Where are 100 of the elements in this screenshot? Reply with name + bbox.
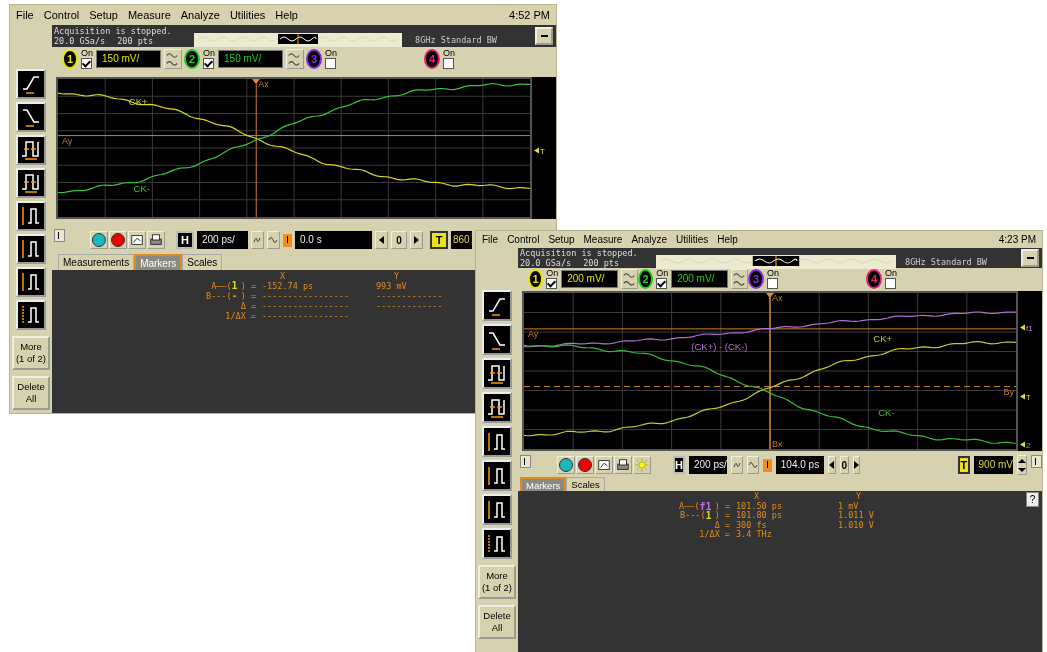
more-button[interactable]: More (1 of 2) bbox=[478, 565, 516, 599]
channel-badge[interactable]: 1 bbox=[528, 269, 544, 289]
cursor-line[interactable] bbox=[524, 328, 1016, 330]
menu-item[interactable]: Analyze bbox=[180, 9, 220, 21]
timebase-field[interactable]: 200 ps/ bbox=[688, 456, 727, 474]
timebase-field[interactable]: 200 ps/ bbox=[197, 231, 248, 249]
screen-image-button[interactable] bbox=[595, 456, 613, 474]
cursor-line[interactable] bbox=[524, 386, 1016, 388]
menu-item[interactable]: Setup bbox=[548, 234, 575, 245]
measurement-tool-button[interactable] bbox=[482, 460, 512, 491]
menu-item[interactable]: Help bbox=[275, 9, 298, 21]
waveform-overview[interactable] bbox=[656, 255, 896, 269]
cursor-line[interactable] bbox=[58, 135, 530, 137]
next-button[interactable] bbox=[410, 231, 423, 249]
stop-button[interactable] bbox=[576, 456, 594, 474]
horizontal-button[interactable]: H bbox=[673, 456, 685, 474]
trigger-button[interactable]: T bbox=[430, 231, 448, 249]
menu-item[interactable]: Measure bbox=[127, 9, 171, 21]
tab[interactable]: Measurements bbox=[58, 254, 135, 270]
channel-badge[interactable]: 3 bbox=[748, 269, 764, 289]
delete-all-button[interactable]: Delete All bbox=[12, 375, 50, 410]
tab[interactable]: Scales bbox=[566, 477, 605, 491]
spinner-control[interactable] bbox=[1017, 455, 1027, 475]
adjust-button[interactable] bbox=[286, 49, 304, 69]
reference-button[interactable]: 0 bbox=[839, 456, 849, 474]
measurement-tool-button[interactable] bbox=[482, 494, 512, 525]
trigger-button[interactable]: T bbox=[958, 456, 970, 474]
adjust-button[interactable] bbox=[164, 49, 182, 69]
scale-field[interactable]: 150 mV/ bbox=[96, 50, 161, 68]
reference-button[interactable]: 0 bbox=[391, 231, 407, 249]
channel-checkbox[interactable] bbox=[203, 58, 214, 69]
menu-item[interactable]: File bbox=[16, 9, 34, 21]
marker-name: B---( bbox=[206, 291, 232, 301]
help-button[interactable]: ? bbox=[1026, 492, 1039, 507]
zoom-button[interactable] bbox=[730, 456, 743, 474]
zoom-button[interactable] bbox=[251, 231, 264, 249]
trigger-level-field[interactable]: 900 mV bbox=[973, 456, 1013, 474]
more-button[interactable]: More (1 of 2) bbox=[12, 336, 50, 370]
channel-badge[interactable]: 3 bbox=[306, 49, 322, 69]
wave-button[interactable] bbox=[267, 231, 280, 249]
run-button[interactable] bbox=[90, 231, 108, 249]
scale-field[interactable]: 150 mV/ bbox=[218, 50, 283, 68]
measurement-tool-button[interactable] bbox=[482, 290, 512, 321]
adjust-button[interactable] bbox=[621, 269, 638, 289]
print-button[interactable] bbox=[614, 456, 632, 474]
menu-item[interactable]: Control bbox=[43, 9, 80, 21]
channel-badge[interactable]: 2 bbox=[184, 49, 200, 69]
tab[interactable]: Scales bbox=[182, 254, 223, 270]
measurement-tool-button[interactable] bbox=[16, 267, 46, 297]
delete-all-button[interactable]: Delete All bbox=[478, 604, 516, 639]
channel-checkbox[interactable] bbox=[767, 278, 778, 289]
measurement-tool-button[interactable] bbox=[16, 234, 46, 264]
scale-field[interactable]: 200 mV/ bbox=[671, 270, 729, 288]
menu-item[interactable]: Measure bbox=[583, 234, 623, 245]
menu-item[interactable]: Utilities bbox=[229, 9, 266, 21]
menu-item[interactable]: Control bbox=[507, 234, 540, 245]
waveform-overview[interactable] bbox=[194, 33, 402, 47]
wave-button[interactable] bbox=[746, 456, 759, 474]
channel-badge[interactable]: 2 bbox=[638, 269, 654, 289]
measurement-tool-button[interactable] bbox=[16, 135, 46, 165]
channel-checkbox[interactable] bbox=[443, 58, 454, 69]
channel-badge[interactable]: 1 bbox=[62, 49, 78, 69]
horizontal-button[interactable]: H bbox=[176, 231, 194, 249]
menu-item[interactable]: Help bbox=[717, 234, 738, 245]
menu-item[interactable]: Setup bbox=[89, 9, 118, 21]
minimize-button[interactable] bbox=[1021, 249, 1039, 267]
channel-checkbox[interactable] bbox=[325, 58, 336, 69]
run-button[interactable] bbox=[557, 456, 575, 474]
trigger-level-field[interactable]: 860 bbox=[451, 231, 472, 249]
previous-button[interactable] bbox=[375, 231, 388, 249]
measurement-tool-button[interactable] bbox=[482, 426, 512, 457]
channel-checkbox[interactable] bbox=[546, 278, 558, 289]
previous-button[interactable] bbox=[828, 456, 836, 474]
screen-image-button[interactable] bbox=[128, 231, 146, 249]
channel-checkbox[interactable] bbox=[885, 278, 896, 289]
measurement-tool-button[interactable] bbox=[482, 358, 512, 389]
measurement-tool-button[interactable] bbox=[482, 392, 512, 423]
measurement-tool-button[interactable] bbox=[482, 528, 512, 559]
scale-field[interactable]: 200 mV/ bbox=[561, 270, 619, 288]
menu-item[interactable]: Analyze bbox=[631, 234, 667, 245]
channel-badge[interactable]: 4 bbox=[866, 269, 882, 289]
channel-badge[interactable]: 4 bbox=[424, 49, 440, 69]
stop-button[interactable] bbox=[109, 231, 127, 249]
point-count: 200 pts bbox=[583, 258, 619, 268]
channel-checkbox[interactable] bbox=[656, 278, 668, 289]
measurement-tool-button[interactable] bbox=[16, 69, 46, 99]
measurement-tool-button[interactable] bbox=[16, 300, 46, 330]
measurement-tool-button[interactable] bbox=[482, 324, 512, 355]
delay-field[interactable]: 0.0 s bbox=[295, 231, 372, 249]
print-button[interactable] bbox=[147, 231, 165, 249]
measurement-tool-button[interactable] bbox=[16, 168, 46, 198]
menu-item[interactable]: File bbox=[482, 234, 499, 245]
measurement-tool-button[interactable] bbox=[16, 102, 46, 132]
next-button[interactable] bbox=[852, 456, 861, 474]
menu-item[interactable]: Utilities bbox=[676, 234, 709, 245]
channel-checkbox[interactable] bbox=[81, 58, 92, 69]
delay-field[interactable]: 104.0 ps bbox=[775, 456, 825, 474]
minimize-button[interactable] bbox=[535, 27, 553, 45]
adjust-button[interactable] bbox=[731, 269, 748, 289]
measurement-tool-button[interactable] bbox=[16, 201, 46, 231]
